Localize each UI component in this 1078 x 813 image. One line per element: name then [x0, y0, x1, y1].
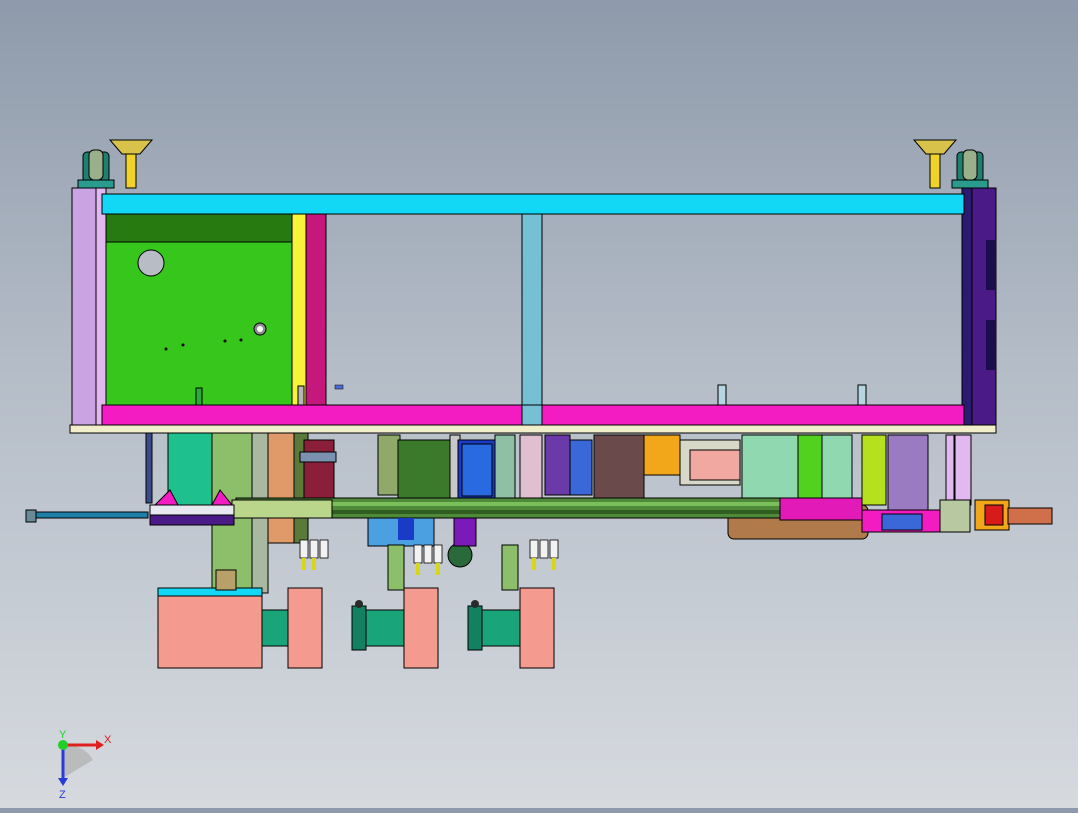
cad-viewport[interactable]: X Y Z: [0, 0, 1078, 808]
machine-assembly-drawing: X Y Z: [25, 139, 1053, 801]
coordinate-triad[interactable]: X Y Z: [58, 729, 112, 801]
z-axis-label: Z: [59, 789, 66, 801]
servo-motor-1: [351, 600, 405, 651]
caster-left: [77, 149, 115, 189]
control-box-left: [157, 587, 263, 669]
caster-right: [951, 149, 989, 189]
center-post: [521, 213, 543, 427]
y-axis-label: Y: [59, 729, 67, 741]
pneumatic-rod-left: [29, 511, 149, 519]
frame-top-assembly: [69, 139, 997, 434]
x-axis-label: X: [104, 734, 112, 746]
y-axis-origin: [58, 740, 68, 750]
pneumatic-rod-right: [1007, 507, 1053, 525]
servo-motor-2: [467, 600, 521, 651]
lower-mechanism: [25, 432, 1053, 669]
leveling-foot-left: [108, 139, 154, 189]
green-panel: [105, 213, 293, 407]
leveling-foot-right: [912, 139, 958, 189]
top-beam: [101, 193, 965, 215]
